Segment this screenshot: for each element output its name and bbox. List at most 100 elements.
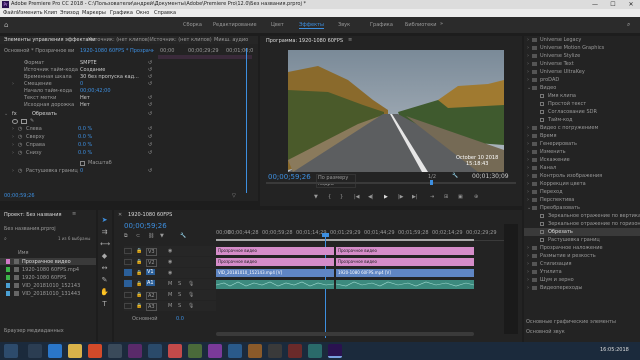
menu-markers[interactable]: Маркеры	[82, 10, 106, 16]
crop-effect-header[interactable]: ⌄ fx Обрезать ↺	[0, 111, 158, 118]
linked-icon[interactable]: ⛓	[148, 233, 154, 239]
essential-sound-panel-tab[interactable]: Основной звук	[526, 329, 565, 335]
ripple-edit-tool-icon[interactable]: ⟷	[100, 240, 110, 249]
crop-top-value[interactable]: 0.0 %	[78, 134, 92, 141]
pen-mask-icon[interactable]: ✎	[30, 118, 34, 124]
lock-icon[interactable]: 🔒	[136, 248, 142, 254]
toggle-sync-lock-icon[interactable]	[124, 259, 132, 265]
premiere-taskbar-icon[interactable]	[328, 344, 342, 358]
effect-item[interactable]: › Прозрачное наложение	[524, 244, 640, 252]
app-icon[interactable]	[268, 344, 282, 358]
add-marker-button[interactable]: ▼	[314, 194, 318, 200]
effect-item[interactable]: › Стилизация	[524, 260, 640, 268]
effect-item[interactable]: ⌄ Видео	[524, 84, 640, 92]
effect-item[interactable]: › Утилита	[524, 268, 640, 276]
nest-icon[interactable]: ⧉	[124, 233, 128, 239]
tab-effect-controls[interactable]: Элементы управления эффектами	[4, 37, 96, 43]
lift-button[interactable]: ⇥	[430, 194, 434, 200]
source-patch-a1[interactable]	[124, 280, 132, 287]
mic-icon[interactable]: 🎙	[188, 303, 194, 309]
effect-item[interactable]: › proDAD	[524, 76, 640, 84]
effect-item[interactable]: › Переход	[524, 188, 640, 196]
project-item-3[interactable]: VID_20181010_152143	[0, 282, 96, 289]
browser-icon[interactable]	[88, 344, 102, 358]
razor-tool-icon[interactable]: ◆	[100, 252, 109, 261]
prop-source-value[interactable]: Создание	[80, 67, 105, 74]
effect-item[interactable]: › Universe Stylize	[524, 52, 640, 60]
selection-tool-icon[interactable]: ➤	[100, 216, 109, 225]
effect-item[interactable]: › Контроль изображения	[524, 172, 640, 180]
essential-graphics-panel-tab[interactable]: Основные графические элементы	[526, 319, 616, 325]
fx-badge-icon[interactable]: fx	[12, 111, 17, 118]
reset-icon[interactable]: ↺	[148, 134, 152, 141]
tab-lumetri-scopes[interactable]: Источник: (нет клипов)	[88, 37, 150, 43]
go-to-out-button[interactable]: ▶|	[412, 194, 418, 200]
settings-icon[interactable]: 🔧	[452, 173, 458, 179]
prop-track-value[interactable]: Нет	[80, 102, 90, 109]
minimize-button[interactable]: —	[588, 1, 602, 8]
app-icon[interactable]	[128, 344, 142, 358]
pen-tool-icon[interactable]: ✎	[100, 276, 109, 285]
prop-start-value[interactable]: 00;00;42;00	[80, 88, 111, 95]
lock-icon[interactable]: 🔒	[136, 270, 142, 276]
timeline-zoom-scrollbar[interactable]	[216, 332, 474, 336]
crop-left-value[interactable]: 0.0 %	[78, 126, 92, 133]
project-title[interactable]: Проект: Без названия	[4, 212, 62, 218]
reset-icon[interactable]: ↺	[148, 111, 152, 118]
effect-item[interactable]: Тайм-код	[524, 116, 640, 124]
clip-v1-video-1[interactable]: VID_20181010_152143.mp4 [V]	[216, 269, 334, 277]
effect-item[interactable]: Зеркальное отражение по горизонтали	[524, 220, 640, 228]
workspace-libraries[interactable]: Библиотеки	[405, 22, 437, 28]
program-title[interactable]: Программа: 1920-1080 60FPS	[266, 38, 343, 44]
workspace-graphics[interactable]: Графика	[370, 22, 393, 28]
lock-icon[interactable]: 🔒	[136, 303, 142, 309]
lock-icon[interactable]: 🔒	[136, 259, 142, 265]
clip-v3-transparent-video-2[interactable]: Прозрачное видео	[336, 247, 474, 255]
mic-icon[interactable]: 🎙	[188, 292, 194, 298]
prop-offset-value[interactable]: 0	[80, 81, 83, 88]
chevron-right-icon[interactable]: ›	[12, 134, 14, 141]
menu-edit[interactable]: Изменить	[17, 10, 43, 16]
effect-item[interactable]: › Генерировать	[524, 140, 640, 148]
prop-format-value[interactable]: SMPTE	[80, 60, 97, 67]
toggle-sync-lock-icon[interactable]	[124, 303, 132, 309]
reset-icon[interactable]: ↺	[148, 81, 152, 88]
reset-icon[interactable]: ↺	[148, 67, 152, 74]
effect-item[interactable]: › Канал	[524, 164, 640, 172]
reset-icon[interactable]: ↺	[148, 142, 152, 149]
tab-audio-mixer[interactable]: Микш. аудио	[214, 37, 248, 43]
track-select-tool-icon[interactable]: ⇉	[100, 228, 109, 237]
reset-icon[interactable]: ↺	[148, 168, 152, 175]
crop-right-value[interactable]: 0.0 %	[78, 142, 92, 149]
step-back-button[interactable]: ◀|	[368, 194, 374, 200]
workspace-color[interactable]: Цвет	[271, 22, 284, 28]
stopwatch-icon[interactable]: ◷	[18, 134, 22, 141]
slip-tool-icon[interactable]: ↔	[100, 264, 109, 273]
menu-help[interactable]: Справка	[154, 10, 176, 16]
prop-label-value[interactable]: Нет	[80, 95, 90, 102]
mute-button[interactable]: M	[168, 292, 172, 298]
effect-item[interactable]: › Искажение	[524, 156, 640, 164]
extract-button[interactable]: ⊞	[444, 194, 448, 200]
type-tool-icon[interactable]: T	[100, 300, 109, 309]
zoom-checkbox[interactable]	[80, 161, 85, 166]
reset-icon[interactable]: ↺	[148, 95, 152, 102]
effect-item[interactable]: › Видео с погружением	[524, 124, 640, 132]
menu-window[interactable]: Окно	[136, 10, 149, 16]
start-button-icon[interactable]	[4, 344, 18, 358]
effect-item[interactable]: › Размытие и резкость	[524, 252, 640, 260]
lock-icon[interactable]: 🔒	[136, 292, 142, 298]
toggle-sync-lock-icon[interactable]	[124, 248, 132, 254]
mark-in-button[interactable]: {	[328, 194, 331, 200]
chevron-right-icon[interactable]: ›	[12, 150, 14, 157]
effect-item[interactable]: › Перспектива	[524, 196, 640, 204]
wrench-icon[interactable]: 🔧	[180, 233, 186, 239]
effect-item[interactable]: ⌄ Преобразовать	[524, 204, 640, 212]
app-icon[interactable]	[148, 344, 162, 358]
chevron-right-icon[interactable]: ›	[12, 168, 14, 175]
eye-icon[interactable]: ◉	[168, 270, 172, 276]
clip-v3-transparent-video[interactable]: Прозрачное видео	[216, 247, 334, 255]
menu-sequence[interactable]: Эпизод	[60, 10, 79, 16]
effect-item[interactable]: Согласование SDR	[524, 108, 640, 116]
fit-dropdown[interactable]: По размеру кадра	[316, 174, 356, 188]
